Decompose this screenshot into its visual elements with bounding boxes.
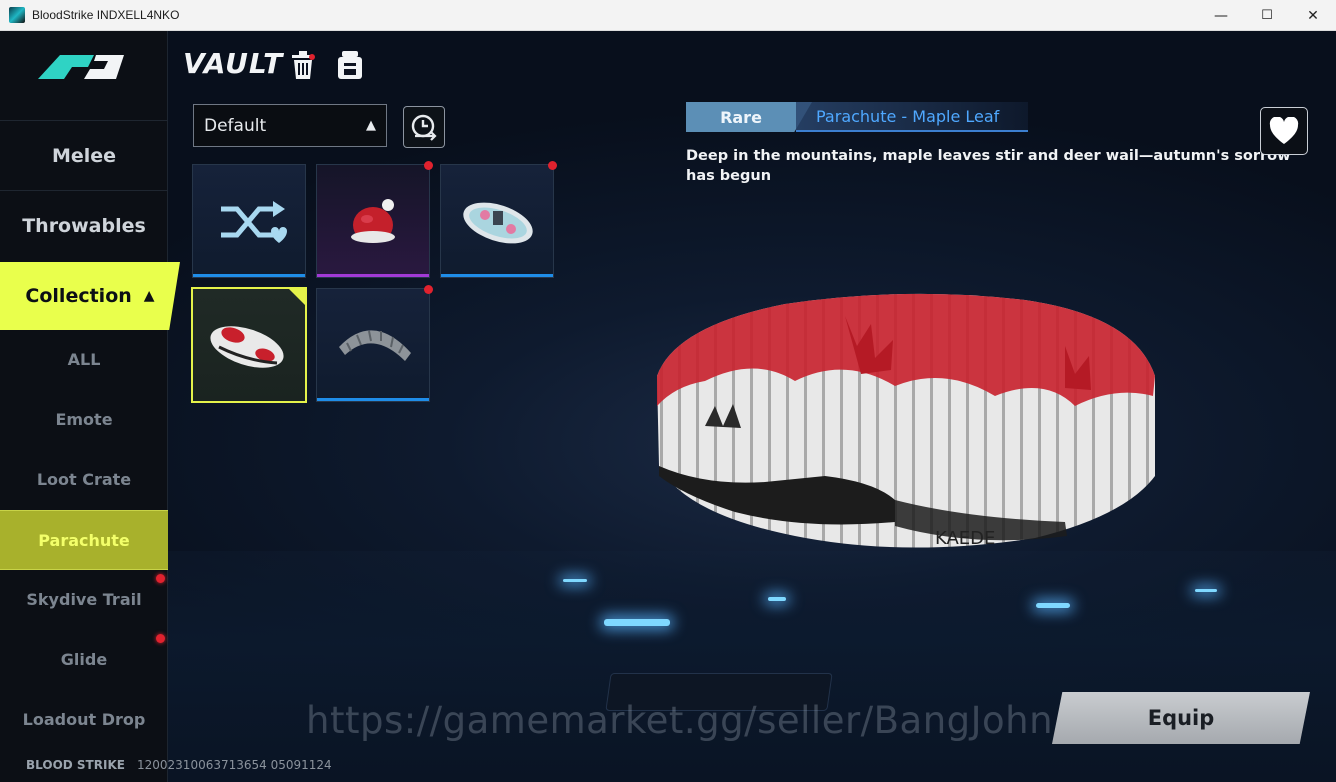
rarity-bar [317, 398, 429, 401]
trash-icon[interactable] [288, 49, 318, 81]
dropdown-value: Default [204, 115, 267, 136]
rarity-bar [193, 274, 305, 277]
floor-light [604, 619, 670, 626]
sidebar-item-parachute[interactable]: Parachute [0, 510, 168, 570]
notification-badge [424, 285, 433, 294]
sidebar-item-label: Loot Crate [36, 469, 132, 489]
rarity-bar [441, 274, 553, 277]
watermark: https://gamemarket.gg/seller/BangJohn [306, 699, 1054, 742]
sidebar-item-label: Parachute [38, 530, 130, 550]
page-title: VAULT [183, 47, 284, 80]
notification-badge [424, 161, 433, 170]
sidebar-item-melee[interactable]: Melee [0, 120, 168, 190]
floor-light [768, 597, 786, 601]
collapse-arrow-icon: ▲ [143, 288, 155, 304]
item-slot-grey-parachute[interactable] [316, 285, 433, 402]
filter-dropdown[interactable]: Default ▲ [193, 104, 387, 147]
background-floor [168, 551, 1336, 782]
parachute-print-text: KAEDE [935, 528, 995, 549]
santa-hat-icon [351, 199, 395, 243]
game-logo [38, 55, 124, 79]
favorite-button[interactable] [1260, 107, 1308, 155]
parachute-preview: KAEDE [657, 293, 1155, 549]
title-bar: BloodStrike INDXELL4NKO — ☐ ✕ [0, 0, 1336, 31]
sidebar-item-glide[interactable]: Glide [0, 630, 168, 688]
footer-brand: BLOOD STRIKE [26, 758, 125, 772]
floor-light [1195, 589, 1217, 592]
notification-badge [548, 161, 557, 170]
sidebar-item-throwables[interactable]: Throwables [0, 190, 168, 260]
sidebar-item-loadout-drop[interactable]: Loadout Drop [0, 690, 168, 748]
floor-light [1036, 603, 1070, 608]
equip-button[interactable]: Equip [1052, 692, 1310, 744]
shuffle-heart-icon [221, 201, 287, 243]
item-slot-decorated-parachute[interactable] [440, 161, 557, 278]
maximize-button[interactable]: ☐ [1244, 0, 1290, 31]
sidebar-item-emote[interactable]: Emote [0, 390, 168, 448]
sidebar-item-label: Throwables [22, 214, 146, 237]
sidebar-item-all[interactable]: ALL [0, 330, 168, 388]
sidebar-item-loot-crate[interactable]: Loot Crate [0, 450, 168, 508]
maple-leaf-parachute-icon [210, 326, 284, 368]
item-slot-random[interactable] [192, 164, 306, 278]
dropdown-caret-icon: ▲ [366, 118, 376, 133]
sidebar: Melee Throwables Collection ▲ ALL Emote … [0, 31, 180, 782]
window-controls: — ☐ ✕ [1198, 0, 1336, 31]
sidebar-item-label: Emote [55, 409, 113, 429]
sidebar-item-label: Loadout Drop [22, 709, 146, 729]
sidebar-item-label: Melee [51, 144, 117, 167]
item-slot-santa-hat[interactable] [316, 161, 433, 278]
decorated-parachute-icon [463, 202, 533, 244]
sort-by-time-button[interactable] [403, 106, 445, 148]
close-button[interactable]: ✕ [1290, 0, 1336, 31]
grey-parachute-icon [339, 330, 411, 361]
item-description: Deep in the mountains, maple leaves stir… [686, 148, 1291, 184]
player-id: 12002310063713654 05091124 [137, 758, 332, 772]
floor-light [563, 579, 587, 582]
rarity-bar [317, 274, 429, 277]
sidebar-item-skydive-trail[interactable]: Skydive Trail [0, 570, 168, 628]
sidebar-item-label: Glide [60, 649, 108, 669]
backpack-icon[interactable] [335, 49, 365, 81]
sidebar-item-collection[interactable]: Collection ▲ [0, 262, 180, 330]
minimize-button[interactable]: — [1198, 0, 1244, 31]
selected-corner-marker [289, 289, 305, 305]
app-window: BloodStrike INDXELL4NKO — ☐ ✕ Melee Thro… [0, 0, 1336, 782]
clock-sort-icon [411, 114, 437, 141]
notification-badge [156, 574, 165, 583]
heart-icon [1269, 117, 1299, 144]
app-icon [9, 7, 25, 23]
game-viewport: Melee Throwables Collection ▲ ALL Emote … [0, 31, 1336, 782]
sidebar-item-label: ALL [67, 349, 101, 369]
window-title: BloodStrike INDXELL4NKO [32, 8, 180, 22]
notification-badge [156, 634, 165, 643]
item-slot-maple-leaf-parachute[interactable] [191, 287, 307, 403]
sidebar-item-label: Collection [25, 285, 132, 307]
item-name: Parachute - Maple Leaf [816, 107, 1000, 126]
sidebar-item-label: Skydive Trail [26, 589, 142, 609]
rarity-tag: Rare [686, 102, 812, 132]
